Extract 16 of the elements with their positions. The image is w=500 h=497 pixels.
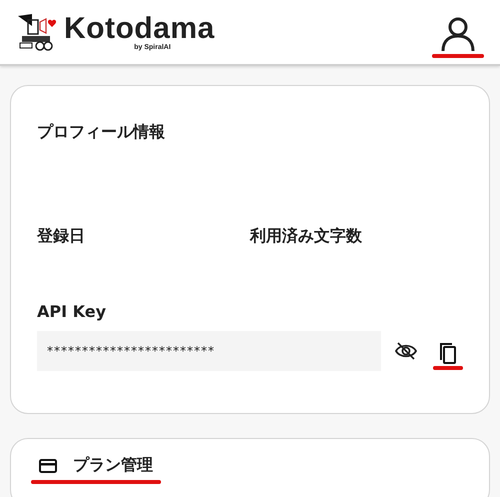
credit-card-icon (39, 458, 57, 472)
user-icon (440, 16, 476, 52)
api-key-field[interactable]: ************************ (37, 331, 381, 371)
highlight-underline (432, 54, 484, 58)
field-label: 利用済み文字数 (250, 226, 363, 247)
eye-off-icon (395, 342, 417, 360)
logo-text: Kotodama (64, 14, 215, 44)
copy-icon (439, 342, 457, 364)
field-label: API Key (37, 302, 108, 321)
copy-button[interactable] (439, 342, 457, 364)
highlight-underline (433, 366, 463, 370)
section-title: プロフィール情報 (37, 122, 166, 143)
account-button[interactable] (440, 16, 476, 52)
field-label: 登録日 (37, 226, 86, 247)
plan-management-link[interactable]: プラン管理 (31, 455, 161, 476)
visibility-toggle[interactable] (395, 342, 417, 360)
